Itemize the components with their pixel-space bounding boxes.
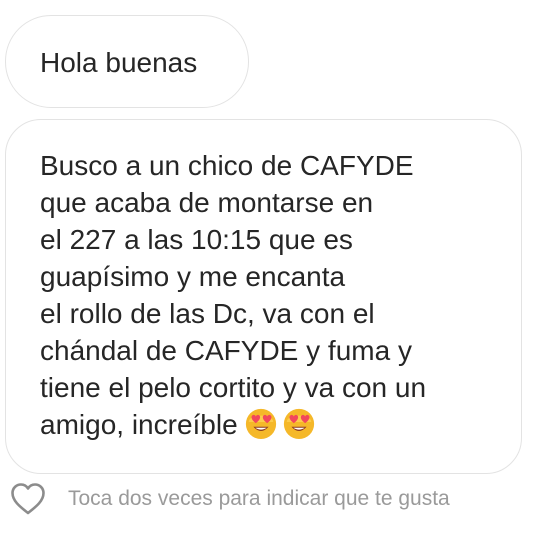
message-bubble[interactable]: Hola buenas [5, 15, 249, 108]
heart-eyes-emoji-icon [283, 408, 314, 440]
message-text: Hola buenas [40, 47, 198, 78]
message-last-line: amigo, increíble [40, 406, 511, 443]
message-text-line: que acaba de montarse en [40, 187, 374, 218]
message-text-line: chándal de CAFYDE y fuma y [40, 335, 412, 366]
message-bubble[interactable]: Busco a un chico de CAFYDE que acaba de … [5, 119, 522, 474]
message-text-line: guapísimo y me encanta [40, 261, 346, 292]
double-tap-like-hint: Toca dos veces para indicar que te gusta [68, 487, 450, 510]
heart-outline-icon[interactable] [10, 482, 46, 516]
message-footer: Toca dos veces para indicar que te gusta [10, 481, 450, 517]
heart-eyes-emoji-icon [245, 408, 276, 440]
message-text-line: tiene el pelo cortito y va con un [40, 372, 427, 403]
emoji-group [244, 406, 316, 440]
message-text-line: Busco a un chico de CAFYDE [40, 150, 414, 181]
message-text-line: amigo, increíble [40, 409, 238, 440]
message-text-line: el rollo de las Dc, va con el [40, 298, 375, 329]
message-text-line: el 227 a las 10:15 que es [40, 224, 353, 255]
